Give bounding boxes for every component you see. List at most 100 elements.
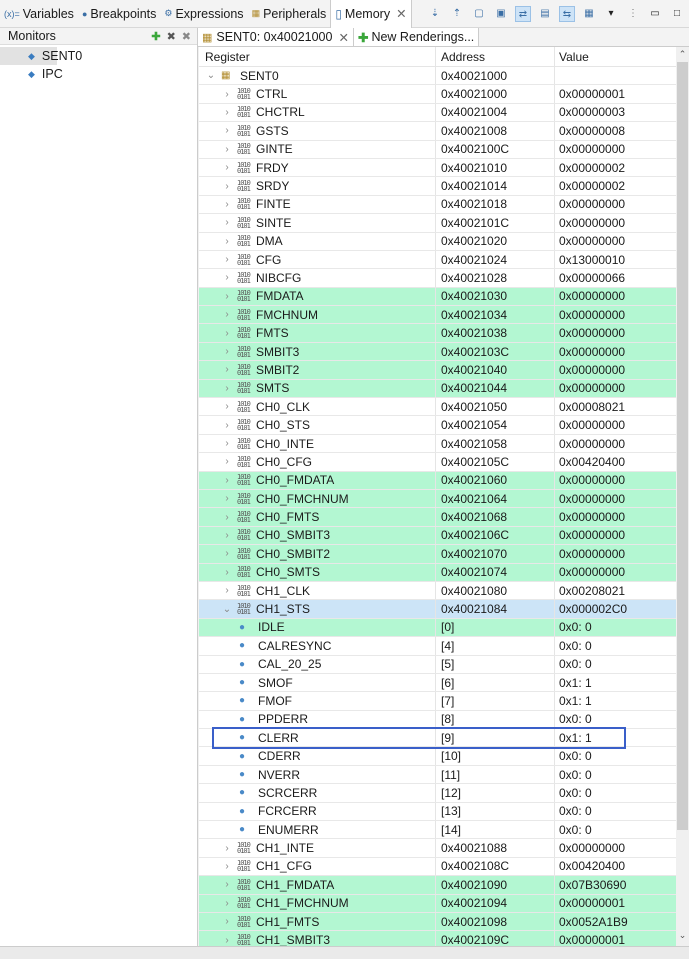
chevron-right-icon[interactable]: › — [221, 309, 233, 320]
close-icon[interactable]: ✕ — [338, 30, 348, 45]
table-row[interactable]: › 1010 0101 CH0_SMBIT3 0x4002106C 0x00000000 — [199, 526, 676, 546]
chevron-right-icon[interactable]: › — [221, 420, 233, 431]
register-value[interactable]: 0x00000001 — [555, 895, 676, 912]
export-icon[interactable]: ⇡ — [449, 6, 465, 22]
chevron-right-icon[interactable]: › — [221, 199, 233, 210]
register-value[interactable]: 0x0: 0 — [555, 747, 676, 764]
tab-variables[interactable]: (x)= Variables — [0, 0, 78, 28]
chevron-right-icon[interactable]: › — [221, 438, 233, 449]
table-row[interactable]: › 1010 0101 CH0_FMCHNUM 0x40021064 0x00000000 — [199, 489, 676, 509]
register-value[interactable]: 0x00420400 — [555, 858, 676, 875]
register-value[interactable]: 0x00000000 — [555, 435, 676, 452]
remove-all-icon[interactable]: ✖ — [182, 30, 191, 43]
register-value[interactable]: 0x00420400 — [555, 453, 676, 470]
chevron-right-icon[interactable]: › — [221, 254, 233, 265]
close-icon[interactable]: ✕ — [396, 6, 406, 21]
chevron-right-icon[interactable]: › — [221, 879, 233, 890]
chevron-right-icon[interactable]: › — [221, 383, 233, 394]
chevron-right-icon[interactable]: › — [221, 456, 233, 467]
register-value[interactable]: 0x00000000 — [555, 564, 676, 581]
register-value[interactable]: 0x00000008 — [555, 122, 676, 139]
register-value[interactable]: 0x00000000 — [555, 214, 676, 231]
column-header-value[interactable]: Value — [555, 47, 676, 66]
chevron-right-icon[interactable]: › — [221, 585, 233, 596]
chevron-right-icon[interactable]: › — [221, 548, 233, 559]
toggle-split-icon[interactable]: ⇆ — [559, 5, 575, 22]
tab-peripherals[interactable]: ▦ Peripherals — [248, 0, 331, 28]
table-row[interactable]: › 1010 0101 CH1_FMTS 0x40021098 0x0052A1B9 — [199, 912, 676, 932]
table-row[interactable]: › 1010 0101 CH0_SMTS 0x40021074 0x00000000 — [199, 563, 676, 582]
table-row[interactable]: › 1010 0101 FINTE 0x40021018 0x00000000 — [199, 195, 676, 215]
register-value[interactable]: 0x07B30690 — [555, 876, 676, 893]
register-value[interactable]: 0x00000000 — [555, 141, 676, 158]
register-value[interactable]: 0x00000001 — [555, 85, 676, 102]
add-icon[interactable]: ✚ — [151, 30, 160, 43]
register-value[interactable]: 0x000002C0 — [555, 600, 676, 617]
tab-expressions[interactable]: ⚙ Expressions — [160, 0, 247, 28]
register-value[interactable]: 0x00000000 — [555, 545, 676, 562]
minimize-icon[interactable]: ▭ — [647, 6, 663, 22]
chevron-down-icon[interactable]: ⌄ — [221, 604, 233, 615]
register-value[interactable]: 0x00000000 — [555, 324, 676, 341]
table-row[interactable]: ● SCRCERR [12] 0x0: 0 — [199, 784, 676, 803]
chevron-right-icon[interactable]: › — [221, 493, 233, 504]
register-value[interactable]: 0x0: 0 — [555, 784, 676, 801]
table-row[interactable]: › 1010 0101 CH1_SMBIT3 0x4002109C 0x00000001 — [199, 931, 676, 946]
chevron-right-icon[interactable]: › — [221, 843, 233, 854]
chevron-right-icon[interactable]: › — [221, 144, 233, 155]
register-value[interactable]: 0x00000000 — [555, 361, 676, 378]
register-value[interactable]: 0x0: 0 — [555, 619, 676, 636]
register-value[interactable]: 0x0: 0 — [555, 821, 676, 838]
register-value[interactable]: 0x00000000 — [555, 839, 676, 856]
register-value[interactable]: 0x00000000 — [555, 288, 676, 305]
register-value[interactable]: 0x00000000 — [555, 416, 676, 433]
table-row[interactable]: ● IDLE [0] 0x0: 0 — [199, 618, 676, 638]
table-row[interactable]: › 1010 0101 SMBIT3 0x4002103C 0x00000000 — [199, 342, 676, 362]
chevron-right-icon[interactable]: › — [221, 567, 233, 578]
table-row[interactable]: › 1010 0101 CH1_FMCHNUM 0x40021094 0x00000001 — [199, 894, 676, 913]
register-value[interactable]: 0x00000002 — [555, 177, 676, 194]
rendering-tab-sent0[interactable]: ▦ SENT0: 0x40021000 ✕ — [198, 28, 354, 46]
register-value[interactable]: 0x0: 0 — [555, 656, 676, 673]
table-row[interactable]: › 1010 0101 SMBIT2 0x40021040 0x00000000 — [199, 361, 676, 380]
chevron-right-icon[interactable]: › — [221, 89, 233, 100]
tab-memory[interactable]: ▯ Memory ✕ — [330, 0, 412, 28]
table-row[interactable]: › 1010 0101 FMCHNUM 0x40021034 0x00000000 — [199, 306, 676, 325]
scrollbar-thumb[interactable] — [677, 62, 688, 830]
table-row[interactable]: › 1010 0101 CFG 0x40021024 0x13000010 — [199, 250, 676, 270]
register-value[interactable]: 0x1: 1 — [555, 674, 676, 691]
table-row[interactable]: › 1010 0101 CHCTRL 0x40021004 0x00000003 — [199, 103, 676, 123]
table-row[interactable]: ● SMOF [6] 0x1: 1 — [199, 673, 676, 693]
chevron-right-icon[interactable]: › — [221, 107, 233, 118]
remove-icon[interactable]: ✖ — [167, 30, 176, 43]
table-row[interactable]: › 1010 0101 DMA 0x40021020 0x00000000 — [199, 232, 676, 251]
new-renderings-tab[interactable]: ✚ New Renderings... — [353, 28, 480, 46]
chevron-right-icon[interactable]: › — [221, 346, 233, 357]
link-icon[interactable]: ⇄ — [515, 5, 531, 22]
register-value[interactable]: 0x00000001 — [555, 931, 676, 946]
scroll-down-icon[interactable]: ⌄ — [677, 930, 688, 941]
table-row[interactable]: ● CAL_20_25 [5] 0x0: 0 — [199, 655, 676, 674]
chevron-right-icon[interactable]: › — [221, 162, 233, 173]
table-row[interactable]: › 1010 0101 CH1_FMDATA 0x40021090 0x07B30690 — [199, 876, 676, 895]
scroll-up-icon[interactable]: ⌃ — [677, 49, 688, 60]
chevron-right-icon[interactable]: › — [221, 291, 233, 302]
table-row[interactable]: › 1010 0101 FMTS 0x40021038 0x00000000 — [199, 324, 676, 343]
register-value[interactable]: 0x0: 0 — [555, 803, 676, 820]
register-value[interactable]: 0x00208021 — [555, 582, 676, 599]
import-icon[interactable]: ⇣ — [427, 6, 443, 22]
chevron-right-icon[interactable]: › — [221, 530, 233, 541]
register-value[interactable]: 0x00000000 — [555, 527, 676, 544]
register-value[interactable]: 0x0: 0 — [555, 637, 676, 654]
register-value[interactable]: 0x00000000 — [555, 233, 676, 250]
chevron-right-icon[interactable]: › — [221, 125, 233, 136]
table-row[interactable]: › 1010 0101 CH1_CFG 0x4002108C 0x00420400 — [199, 857, 676, 877]
maximize-icon[interactable]: □ — [669, 6, 685, 22]
register-value[interactable]: 0x00000066 — [555, 269, 676, 286]
table-row[interactable]: ⌄ 1010 0101 CH1_STS 0x40021084 0x000002C0 — [199, 600, 676, 619]
column-header-address[interactable]: Address — [436, 47, 555, 66]
chevron-right-icon[interactable]: › — [221, 272, 233, 283]
register-value[interactable]: 0x00000003 — [555, 104, 676, 121]
register-value[interactable]: 0x00008021 — [555, 398, 676, 415]
table-row[interactable]: › 1010 0101 SMTS 0x40021044 0x00000000 — [199, 379, 676, 399]
